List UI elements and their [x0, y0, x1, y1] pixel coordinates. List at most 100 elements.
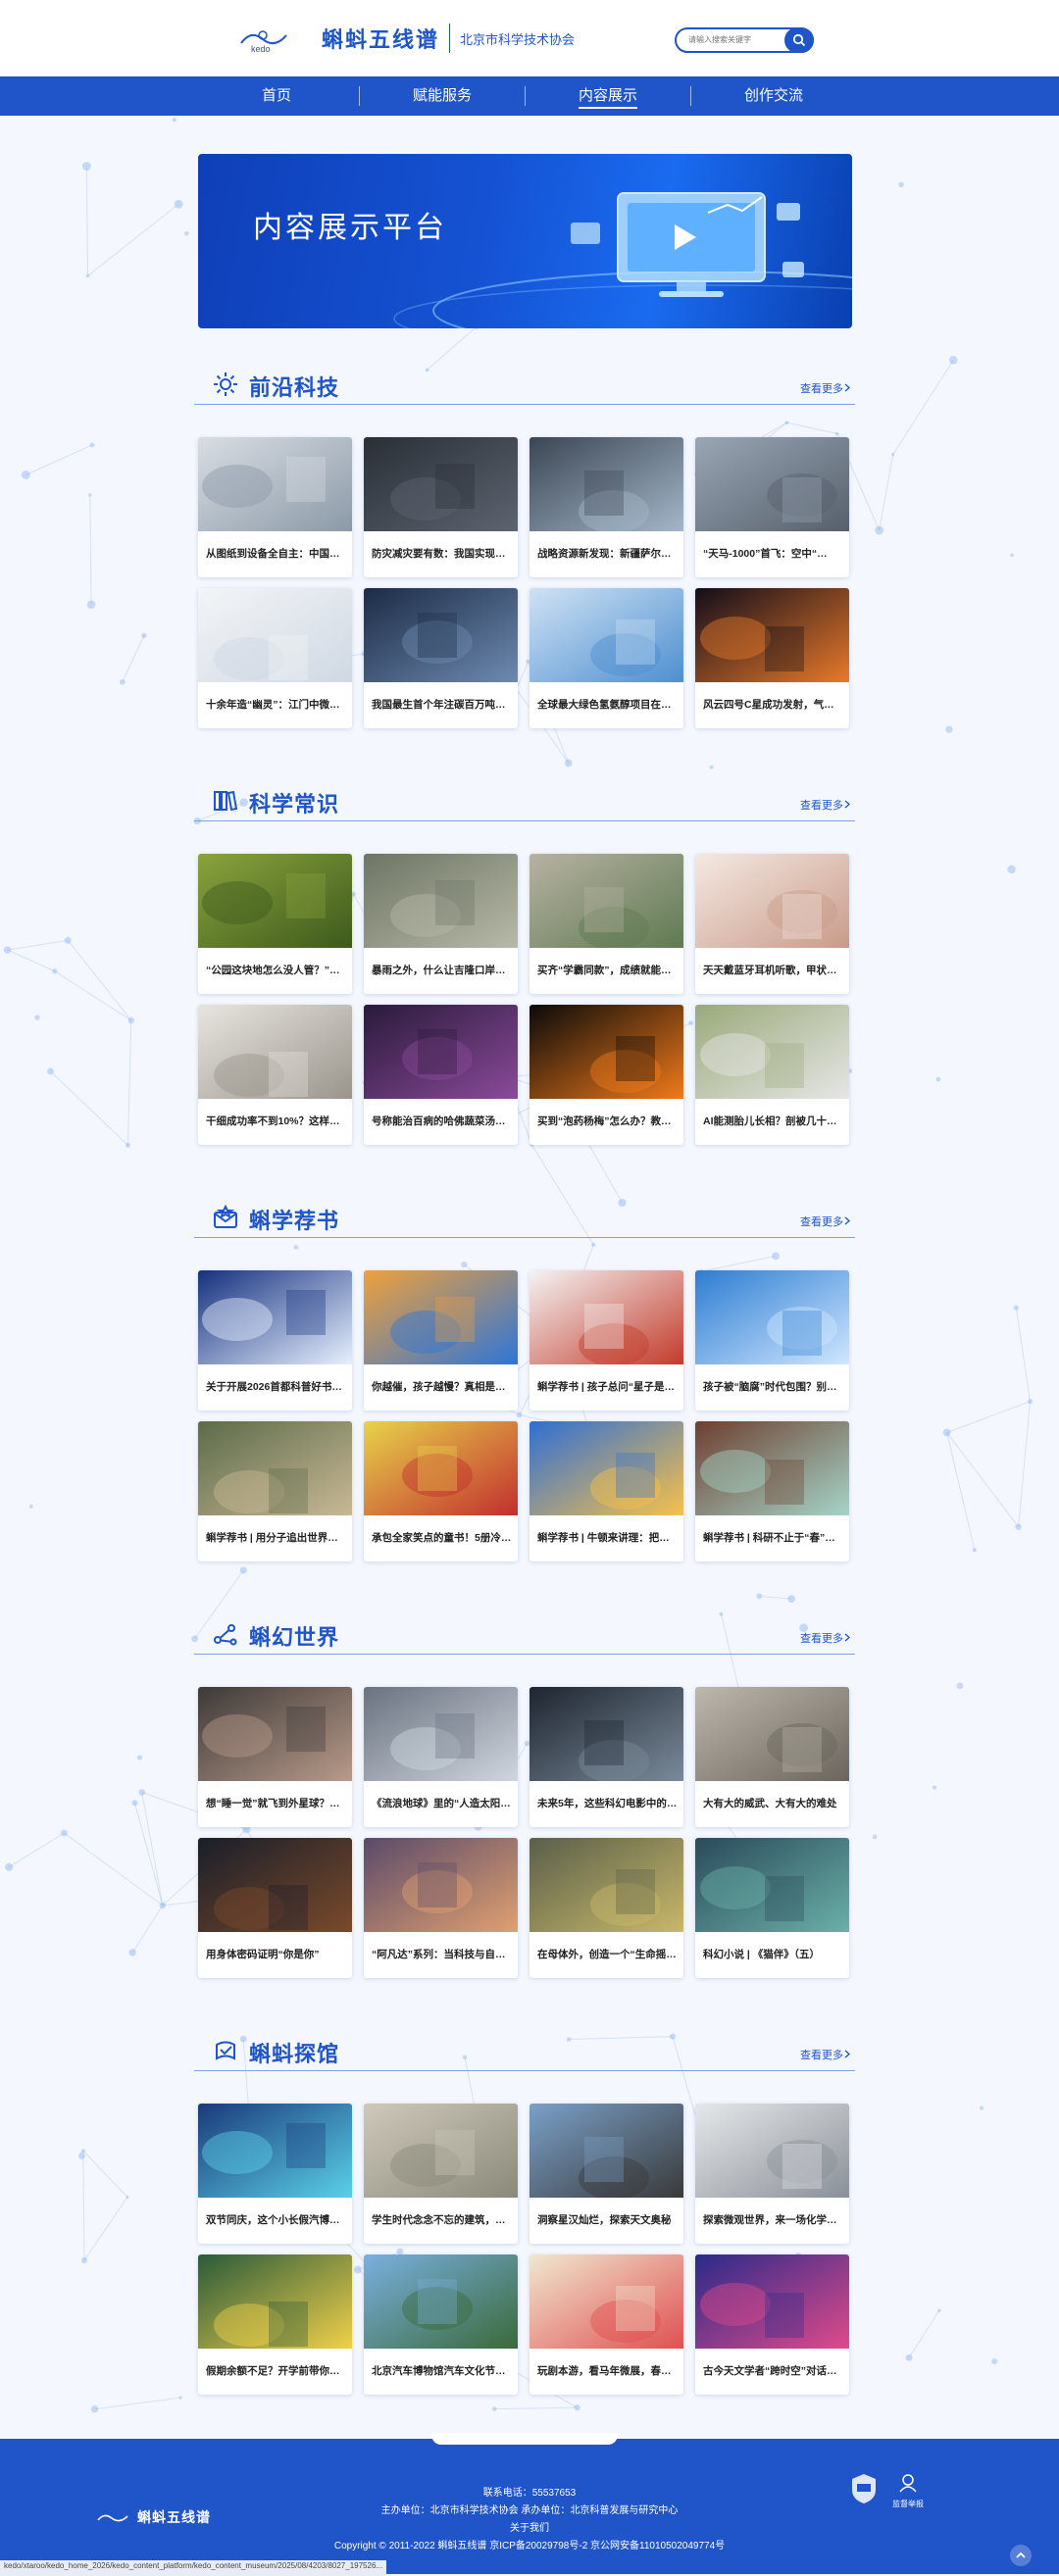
article-card[interactable]: 风云四号C星成功发射，气象… [695, 588, 849, 728]
article-thumbnail [364, 2104, 518, 2198]
banner-title: 内容展示平台 [253, 212, 447, 244]
article-card[interactable]: 买齐“学霸同款”，成绩就能… [530, 854, 683, 994]
article-card[interactable]: 战略资源新发现：新疆萨尔托… [530, 437, 683, 577]
article-title: 北京汽车博物馆汽车文化节暨… [372, 2365, 512, 2377]
section-title: 前沿科技 [249, 375, 340, 400]
article-card[interactable]: 干细成功率不到10%？这样… [198, 1005, 352, 1145]
footer-copyright: Copyright © 2011-2022 蝌蚪五线谱 京ICP备2002979… [333, 2541, 726, 2551]
section-title: 蝌蚪探馆 [249, 2042, 340, 2066]
article-card[interactable]: 你越催，孩子越慢？真相是：… [364, 1270, 518, 1411]
chevron-up-icon [1016, 2551, 1026, 2558]
article-thumbnail [530, 1838, 683, 1932]
article-card[interactable]: 承包全家笑点的童书！5册冷… [364, 1421, 518, 1561]
nav-content[interactable]: 内容展示 [525, 76, 691, 116]
chevron-right-icon [844, 1633, 850, 1642]
article-card[interactable]: “天马-1000”首飞：空中“… [695, 437, 849, 577]
kedo-footer-logo-icon [97, 2514, 128, 2522]
article-card[interactable]: 防灾减灾要有数：我国实现强… [364, 437, 518, 577]
article-title: 从图纸到设备全自主：中国显… [206, 548, 346, 560]
view-more-label: 查看更多 [800, 383, 843, 395]
article-card[interactable]: 《流浪地球》里的“人造太阳… [364, 1687, 518, 1827]
article-card[interactable]: 蝌学荐书 | 用分子追出世界上… [198, 1421, 352, 1561]
nav-services[interactable]: 赋能服务 [359, 76, 526, 116]
article-card[interactable]: 未来5年，这些科幻电影中的… [530, 1687, 683, 1827]
article-title: 承包全家笑点的童书！5册冷… [372, 1532, 512, 1544]
article-card[interactable]: “阿凡达”系列：当科技与自… [364, 1838, 518, 1978]
article-title: 买到“泡药杨梅”怎么办？教你… [537, 1115, 678, 1127]
article-card[interactable]: 在母体外，创造一个“生命摇… [530, 1838, 683, 1978]
article-title: 战略资源新发现：新疆萨尔托… [537, 548, 678, 560]
article-thumbnail [530, 854, 683, 948]
view-more-link[interactable]: 查看更多 [800, 797, 851, 813]
section-header: 蝌幻世界 查看更多 [194, 1618, 855, 1655]
article-title: 想“睡一觉”就飞到外星球？你… [206, 1798, 346, 1809]
article-card[interactable]: 关于开展2026首都科普好书… [198, 1270, 352, 1411]
view-more-link[interactable]: 查看更多 [800, 2047, 851, 2062]
search-button[interactable] [784, 27, 814, 53]
article-card[interactable]: 古今天文学者“跨时空”对话… [695, 2254, 849, 2395]
view-more-link[interactable]: 查看更多 [800, 380, 851, 396]
article-card[interactable]: 假期余额不足？开学前带你玩… [198, 2254, 352, 2395]
article-thumbnail [695, 1421, 849, 1515]
article-card[interactable]: 探索微观世界，来一场化学课… [695, 2104, 849, 2244]
article-card[interactable]: 想“睡一觉”就飞到外星球？你… [198, 1687, 352, 1827]
article-title: 防灾减灾要有数：我国实现强… [372, 548, 512, 560]
article-thumbnail [198, 1687, 352, 1781]
article-card[interactable]: 天天戴蓝牙耳机听歌，甲状腺… [695, 854, 849, 994]
article-card[interactable]: 从图纸到设备全自主：中国显… [198, 437, 352, 577]
article-title: 探索微观世界，来一场化学课… [703, 2214, 843, 2226]
article-card[interactable]: 北京汽车博物馆汽车文化节暨… [364, 2254, 518, 2395]
article-title: “公园这块地怎么没人管？”… [206, 965, 340, 976]
section-title: 蝌幻世界 [249, 1625, 340, 1650]
gov-badge-icon[interactable] [849, 2472, 879, 2505]
article-thumbnail [198, 437, 352, 531]
article-card[interactable]: 蝌学荐书 | 科研不止于“春”… [695, 1421, 849, 1561]
section-header: 前沿科技 查看更多 [194, 369, 855, 405]
article-card[interactable]: 买到“泡药杨梅”怎么办？教你… [530, 1005, 683, 1145]
article-card[interactable]: 科幻小说 | 《猫伴》（五） [695, 1838, 849, 1978]
search-input[interactable] [686, 34, 788, 45]
article-card[interactable]: 号称能治百病的哈佛蔬菜汤，… [364, 1005, 518, 1145]
article-card[interactable]: 蝌学荐书 | 孩子总问“星子是… [530, 1270, 683, 1411]
article-title: 号称能治百病的哈佛蔬菜汤，… [372, 1115, 512, 1127]
nav-home[interactable]: 首页 [193, 76, 360, 116]
article-title: 玩剧本游，看马年微展，春节… [537, 2365, 678, 2377]
article-thumbnail [695, 1270, 849, 1364]
view-more-link[interactable]: 查看更多 [800, 1214, 851, 1229]
article-card[interactable]: AI能测胎儿长相？剖被几十… [695, 1005, 849, 1145]
view-more-link[interactable]: 查看更多 [800, 1630, 851, 1646]
logo-subtitle: 北京市科学技术协会 [460, 31, 576, 47]
view-more-label: 查看更多 [800, 1216, 843, 1228]
article-card[interactable]: 学生时代念念不忘的建筑，总… [364, 2104, 518, 2244]
article-title: 古今天文学者“跨时空”对话… [703, 2365, 837, 2377]
article-card[interactable]: 洞察星汉灿烂，探索天文奥秘 [530, 2104, 683, 2244]
article-card[interactable]: 十余年造“幽灵”：江门中微… [198, 588, 352, 728]
article-thumbnail [695, 588, 849, 682]
article-card[interactable]: “公园这块地怎么没人管？”… [198, 854, 352, 994]
article-thumbnail [198, 2104, 352, 2198]
article-title: 我国最生首个年注碳百万吨油… [372, 699, 512, 711]
article-thumbnail [364, 1687, 518, 1781]
article-title: 洞察星汉灿烂，探索天文奥秘 [537, 2214, 672, 2226]
article-card[interactable]: 双节同庆，这个小长假汽博… [198, 2104, 352, 2244]
article-card[interactable]: 我国最生首个年注碳百万吨油… [364, 588, 518, 728]
report-badge[interactable]: 监督举报 [888, 2472, 928, 2511]
article-title: 《流浪地球》里的“人造太阳… [372, 1798, 511, 1809]
article-card[interactable]: 大有大的威武、大有大的难处 [695, 1687, 849, 1827]
article-title: 未来5年，这些科幻电影中的… [537, 1798, 678, 1809]
article-card[interactable]: 孩子被“脑腐”时代包围？别… [695, 1270, 849, 1411]
site-logo[interactable]: kedo 蝌蚪五线谱 北京市科学技术协会 [237, 22, 575, 55]
article-card[interactable]: 暴雨之外，什么让吉隆口岸泥… [364, 854, 518, 994]
article-card[interactable]: 用身体密码证明“你是你” [198, 1838, 352, 1978]
article-card[interactable]: 蝌学荐书 | 牛顿来讲理：把魔… [530, 1421, 683, 1561]
article-card[interactable]: 全球最大绿色氢氨醇项目在吉… [530, 588, 683, 728]
nav-community[interactable]: 创作交流 [690, 76, 857, 116]
back-to-top-button[interactable] [1010, 2545, 1032, 2566]
article-title: 学生时代念念不忘的建筑，总… [372, 2214, 512, 2226]
footer-logo[interactable]: 蝌蚪五线谱 [96, 2507, 211, 2527]
article-thumbnail [530, 2254, 683, 2349]
article-card[interactable]: 玩剧本游，看马年微展，春节… [530, 2254, 683, 2395]
article-title: 关于开展2026首都科普好书… [206, 1381, 342, 1393]
article-thumbnail [198, 854, 352, 948]
footer-tab [431, 2433, 618, 2445]
